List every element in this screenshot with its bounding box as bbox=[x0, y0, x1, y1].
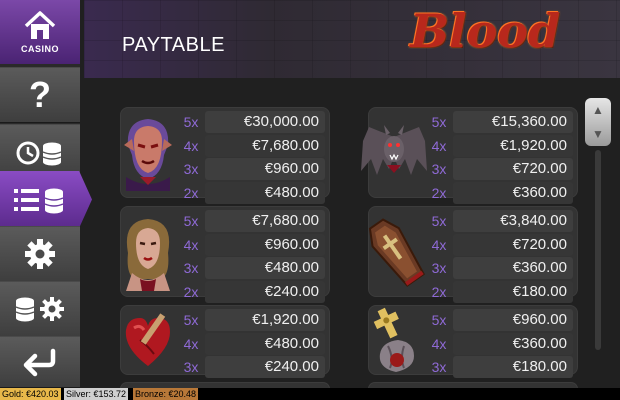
game-logo: Blood bbox=[410, 4, 560, 58]
payout-value: €15,360.00 bbox=[453, 111, 573, 133]
payout-row: 2x €480.00 bbox=[177, 181, 325, 204]
multiplier: 4x bbox=[183, 236, 199, 253]
multiplier: 3x bbox=[183, 359, 199, 375]
payout-value: €240.00 bbox=[205, 356, 325, 378]
silver-jackpot: Silver: €153.72 bbox=[64, 388, 129, 400]
gear-icon bbox=[25, 239, 55, 269]
payout-value: €180.00 bbox=[453, 356, 573, 378]
payout-row: 3x €720.00 bbox=[425, 158, 573, 180]
payout-value: €1,920.00 bbox=[205, 309, 325, 331]
payout-value: €960.00 bbox=[205, 233, 325, 256]
help-icon: ? bbox=[29, 74, 51, 115]
payout-row: 5x €3,840.00 bbox=[425, 210, 573, 232]
bronze-jackpot: Bronze: €20.48 bbox=[133, 388, 199, 400]
home-icon bbox=[24, 11, 56, 39]
payout-value: €180.00 bbox=[453, 280, 573, 303]
payout-value: €30,000.00 bbox=[205, 111, 325, 133]
paytable-card: 5x €15,360.00 4x €1,920.00 3x €720.00 2x €36… bbox=[361, 107, 578, 204]
payout-row: 2x €360.00 bbox=[425, 181, 573, 204]
payout-value: €480.00 bbox=[205, 332, 325, 355]
multiplier: 5x bbox=[431, 114, 447, 130]
payout-row: 5x €960.00 bbox=[425, 309, 573, 331]
payout-row: 3x €480.00 bbox=[177, 257, 325, 279]
multiplier: 5x bbox=[431, 312, 447, 328]
payout-value: €360.00 bbox=[453, 257, 573, 279]
payout-row: 3x €180.00 bbox=[425, 356, 573, 378]
payout-row: 4x €720.00 bbox=[425, 233, 573, 256]
payout-value: €960.00 bbox=[453, 309, 573, 331]
paytable-card: 5x €960.00 4x €360.00 3x €180.00 bbox=[368, 305, 578, 378]
sidebar: CASINO ? bbox=[0, 0, 92, 388]
multiplier: 3x bbox=[431, 161, 447, 177]
multiplier: 3x bbox=[183, 161, 199, 177]
payout-value: €960.00 bbox=[205, 158, 325, 180]
casino-button[interactable]: CASINO bbox=[0, 0, 80, 64]
multiplier: 5x bbox=[183, 213, 199, 229]
back-arrow-icon bbox=[23, 348, 56, 377]
multiplier: 2x bbox=[431, 184, 447, 201]
header-bar: PAYTABLE Blood bbox=[84, 0, 620, 78]
payout-row: 4x €480.00 bbox=[177, 332, 325, 355]
multiplier: 2x bbox=[183, 184, 199, 201]
paytable-card: 5x €3,840.00 4x €720.00 3x €360.00 2x €180.0… bbox=[368, 206, 578, 303]
payout-row: 4x €7,680.00 bbox=[177, 134, 325, 157]
paytable-button[interactable] bbox=[0, 171, 92, 228]
payout-row: 5x €1,920.00 bbox=[177, 309, 325, 331]
settings-button[interactable] bbox=[0, 226, 80, 282]
payout-value: €7,680.00 bbox=[205, 134, 325, 157]
history-coins-icon bbox=[16, 141, 62, 166]
scroll-up-icon[interactable]: ▲ bbox=[592, 103, 604, 117]
multiplier: 5x bbox=[431, 213, 447, 229]
scroll-buttons[interactable]: ▲ ▼ bbox=[585, 98, 611, 146]
payout-value: €240.00 bbox=[205, 280, 325, 303]
payout-row: 3x €960.00 bbox=[177, 158, 325, 180]
payout-value: €360.00 bbox=[453, 181, 573, 204]
payout-value: €360.00 bbox=[453, 332, 573, 355]
bat-icon bbox=[353, 108, 435, 197]
coin-settings-button[interactable] bbox=[0, 281, 80, 337]
payout-value: €1,920.00 bbox=[453, 134, 573, 157]
multiplier: 3x bbox=[183, 260, 199, 276]
multiplier: 3x bbox=[431, 260, 447, 276]
payout-value: €720.00 bbox=[453, 158, 573, 180]
payout-value: €720.00 bbox=[453, 233, 573, 256]
payout-row: 2x €240.00 bbox=[177, 280, 325, 303]
multiplier: 5x bbox=[183, 114, 199, 130]
payout-row: 5x €15,360.00 bbox=[425, 111, 573, 133]
gold-jackpot: Gold: €420.03 bbox=[0, 388, 61, 400]
paytable-card: 5x €7,680.00 4x €960.00 3x €480.00 2x €240.0… bbox=[120, 206, 330, 303]
casino-label: CASINO bbox=[20, 44, 59, 54]
payout-row: 4x €360.00 bbox=[425, 332, 573, 355]
payout-value: €3,840.00 bbox=[453, 210, 573, 232]
scroll-down-icon[interactable]: ▼ bbox=[592, 127, 604, 141]
payout-row: 5x €7,680.00 bbox=[177, 210, 325, 232]
payout-value: €480.00 bbox=[205, 257, 325, 279]
payout-value: €7,680.00 bbox=[205, 210, 325, 232]
multiplier: 4x bbox=[431, 236, 447, 253]
payout-row: 3x €360.00 bbox=[425, 257, 573, 279]
jackpot-bar: Gold: €420.03 Silver: €153.72 Bronze: €2… bbox=[0, 388, 620, 400]
payout-row: 5x €30,000.00 bbox=[177, 111, 325, 133]
multiplier: 2x bbox=[431, 283, 447, 300]
paytable-card: 5x €30,000.00 4x €7,680.00 3x €960.00 2x €48… bbox=[120, 107, 330, 204]
payout-row: 2x €180.00 bbox=[425, 280, 573, 303]
scrollbar-track[interactable] bbox=[595, 150, 601, 350]
multiplier: 4x bbox=[183, 137, 199, 154]
multiplier: 5x bbox=[183, 312, 199, 328]
multiplier: 3x bbox=[431, 359, 447, 375]
paytable-list-icon bbox=[14, 188, 64, 213]
paytable-card: 5x €1,920.00 4x €480.00 3x €240.00 bbox=[120, 305, 330, 378]
payout-value: €480.00 bbox=[205, 181, 325, 204]
help-button[interactable]: ? bbox=[0, 67, 80, 123]
back-button[interactable] bbox=[0, 336, 80, 388]
multiplier: 4x bbox=[183, 335, 199, 352]
payout-row: 3x €240.00 bbox=[177, 356, 325, 378]
multiplier: 2x bbox=[183, 283, 199, 300]
multiplier: 4x bbox=[431, 335, 447, 352]
multiplier: 4x bbox=[431, 137, 447, 154]
coins-settings-icon bbox=[15, 297, 64, 322]
payout-row: 4x €960.00 bbox=[177, 233, 325, 256]
page-title: PAYTABLE bbox=[122, 34, 225, 56]
payout-row: 4x €1,920.00 bbox=[425, 134, 573, 157]
